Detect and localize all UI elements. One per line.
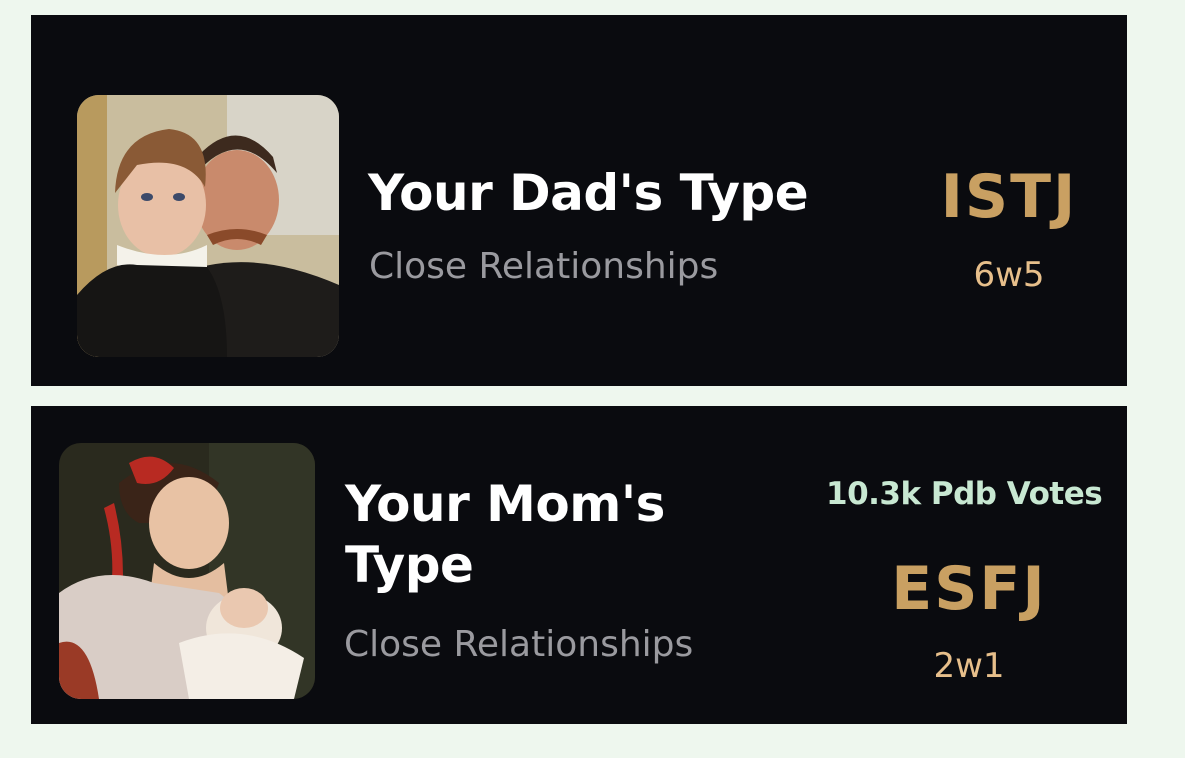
father-son-portrait-image [77,95,339,357]
personality-type-code: ISTJ [940,162,1078,232]
card-title: Your Dad's Type [368,164,809,222]
dad-type-card[interactable]: Your Dad's Type Close Relationships ISTJ… [31,15,1127,386]
mother-baby-portrait-image [59,443,315,699]
personality-type-code: ESFJ [891,554,1047,624]
pdb-votes-count: 10.3k Pdb Votes [826,476,1103,512]
mom-type-card[interactable]: Your Mom's Type Close Relationships 10.3… [31,406,1127,724]
card-title: Your Mom's Type [345,475,665,594]
card-subtitle: Close Relationships [344,624,694,665]
enneagram-wing: 2w1 [933,646,1005,686]
enneagram-wing: 6w5 [973,255,1045,295]
card-subtitle: Close Relationships [369,246,719,287]
